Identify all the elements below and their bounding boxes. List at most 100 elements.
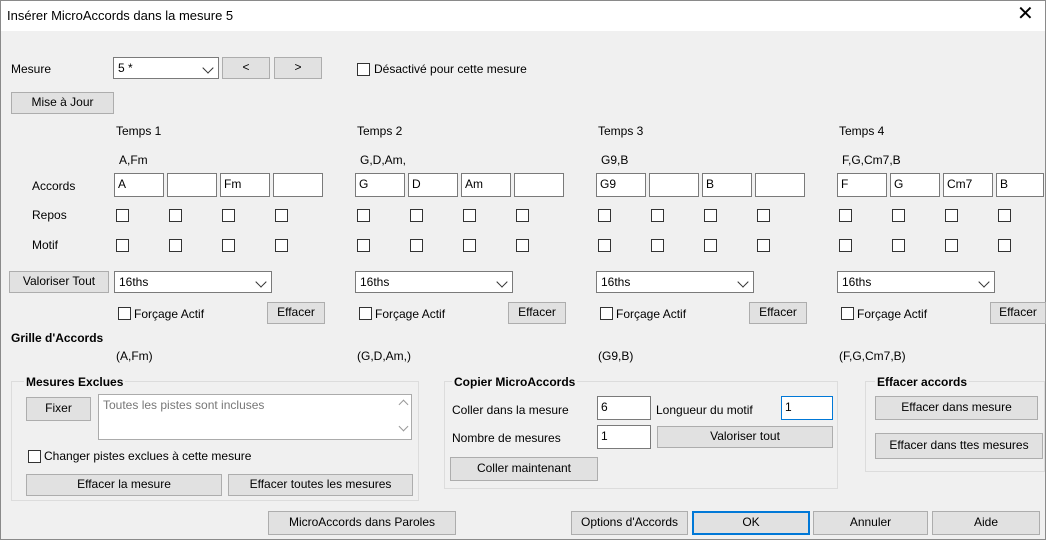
fix-button[interactable]: Fixer — [26, 397, 91, 421]
chord-input[interactable]: B — [702, 173, 752, 197]
update-button[interactable]: Mise à Jour — [11, 92, 114, 114]
rest-checkbox[interactable] — [410, 209, 423, 222]
scroll-up-icon[interactable] — [398, 399, 409, 410]
rhythm-select[interactable]: 16ths — [355, 271, 513, 293]
disabled-measure-checkbox[interactable] — [357, 63, 370, 76]
rest-checkbox[interactable] — [945, 209, 958, 222]
rest-checkbox[interactable] — [463, 209, 476, 222]
cancel-button[interactable]: Annuler — [813, 511, 928, 535]
mesure-label: Mesure — [11, 62, 52, 76]
beat-chord-summary: G9,B — [601, 153, 629, 167]
force-active-checkbox[interactable] — [600, 307, 613, 320]
grid-beat-text: (G9,B) — [598, 349, 634, 363]
clear-beat-button[interactable]: Effacer — [990, 302, 1046, 324]
chevron-down-icon — [978, 276, 990, 288]
motif-checkbox[interactable] — [410, 239, 423, 252]
clear-measure-button[interactable]: Effacer la mesure — [26, 474, 222, 496]
mesure-select[interactable]: 5 * — [113, 57, 219, 79]
motif-checkbox[interactable] — [892, 239, 905, 252]
chord-input[interactable] — [514, 173, 564, 197]
rhythm-select[interactable]: 16ths — [837, 271, 995, 293]
help-button[interactable]: Aide — [932, 511, 1040, 535]
motif-checkbox[interactable] — [998, 239, 1011, 252]
rest-checkbox[interactable] — [757, 209, 770, 222]
rest-checkbox[interactable] — [651, 209, 664, 222]
motif-checkbox[interactable] — [222, 239, 235, 252]
rest-checkbox[interactable] — [598, 209, 611, 222]
chevron-down-icon — [202, 62, 214, 74]
beat-chord-summary: G,D,Am, — [360, 153, 407, 167]
valoriser-tout-button[interactable]: Valoriser Tout — [9, 271, 109, 293]
rest-checkbox[interactable] — [892, 209, 905, 222]
measure-count-input[interactable]: 1 — [597, 425, 651, 449]
valoriser-all-button[interactable]: Valoriser tout — [657, 426, 833, 448]
chord-input[interactable]: G — [355, 173, 405, 197]
motif-checkbox[interactable] — [275, 239, 288, 252]
chord-input[interactable]: G — [890, 173, 940, 197]
force-active-checkbox[interactable] — [841, 307, 854, 320]
rhythm-select-value: 16ths — [842, 275, 872, 289]
rhythm-select[interactable]: 16ths — [114, 271, 272, 293]
rhythm-select[interactable]: 16ths — [596, 271, 754, 293]
chord-input[interactable] — [755, 173, 805, 197]
motif-checkbox[interactable] — [651, 239, 664, 252]
rest-checkbox[interactable] — [169, 209, 182, 222]
motif-checkbox[interactable] — [757, 239, 770, 252]
pattern-length-input[interactable]: 1 — [781, 396, 833, 420]
paste-measure-input[interactable]: 6 — [597, 396, 651, 420]
lyrics-microchords-button[interactable]: MicroAccords dans Paroles — [268, 511, 456, 535]
prev-measure-button[interactable]: < — [222, 57, 270, 79]
motif-checkbox[interactable] — [357, 239, 370, 252]
rest-checkbox[interactable] — [704, 209, 717, 222]
chevron-down-icon — [255, 276, 267, 288]
grille-title: Grille d'Accords — [11, 331, 104, 345]
chord-input[interactable] — [649, 173, 699, 197]
clear-in-all-measures-button[interactable]: Effacer dans ttes mesures — [875, 433, 1043, 459]
excluded-tracks-textarea[interactable]: Toutes les pistes sont incluses — [98, 394, 412, 440]
motif-checkbox[interactable] — [116, 239, 129, 252]
ok-button[interactable]: OK — [692, 511, 810, 535]
chevron-down-icon — [496, 276, 508, 288]
chord-input[interactable] — [167, 173, 217, 197]
clear-beat-button[interactable]: Effacer — [508, 302, 566, 324]
rest-checkbox[interactable] — [275, 209, 288, 222]
chord-input[interactable]: Fm — [220, 173, 270, 197]
rest-checkbox[interactable] — [998, 209, 1011, 222]
rest-checkbox[interactable] — [116, 209, 129, 222]
motif-checkbox[interactable] — [169, 239, 182, 252]
chord-input[interactable]: G9 — [596, 173, 646, 197]
chord-input[interactable]: Cm7 — [943, 173, 993, 197]
motif-checkbox[interactable] — [839, 239, 852, 252]
clear-beat-button[interactable]: Effacer — [749, 302, 807, 324]
motif-checkbox[interactable] — [516, 239, 529, 252]
chord-input[interactable]: B — [996, 173, 1044, 197]
chord-input[interactable] — [273, 173, 323, 197]
force-active-checkbox[interactable] — [118, 307, 131, 320]
chord-input[interactable]: Am — [461, 173, 511, 197]
change-excluded-checkbox[interactable] — [28, 450, 41, 463]
motif-checkbox[interactable] — [945, 239, 958, 252]
motif-checkbox[interactable] — [704, 239, 717, 252]
scroll-down-icon[interactable] — [398, 421, 409, 432]
rest-checkbox[interactable] — [516, 209, 529, 222]
motif-checkbox[interactable] — [598, 239, 611, 252]
rest-checkbox[interactable] — [839, 209, 852, 222]
chord-input[interactable]: A — [114, 173, 164, 197]
clear-beat-button[interactable]: Effacer — [267, 302, 325, 324]
chord-options-button[interactable]: Options d'Accords — [571, 511, 688, 535]
chord-input[interactable]: D — [408, 173, 458, 197]
beat-label: Temps 1 — [116, 124, 162, 138]
clear-all-measures-button[interactable]: Effacer toutes les mesures — [228, 474, 413, 496]
motif-checkbox[interactable] — [463, 239, 476, 252]
paste-now-button[interactable]: Coller maintenant — [450, 457, 598, 481]
close-icon[interactable]: ✕ — [1017, 4, 1034, 24]
rest-checkbox[interactable] — [357, 209, 370, 222]
next-measure-button[interactable]: > — [274, 57, 322, 79]
rhythm-select-value: 16ths — [119, 275, 149, 289]
chord-input[interactable]: F — [837, 173, 887, 197]
mesure-select-value: 5 * — [118, 61, 133, 75]
measure-count-label: Nombre de mesures — [452, 431, 561, 445]
force-active-checkbox[interactable] — [359, 307, 372, 320]
rest-checkbox[interactable] — [222, 209, 235, 222]
clear-in-measure-button[interactable]: Effacer dans mesure — [875, 396, 1038, 420]
